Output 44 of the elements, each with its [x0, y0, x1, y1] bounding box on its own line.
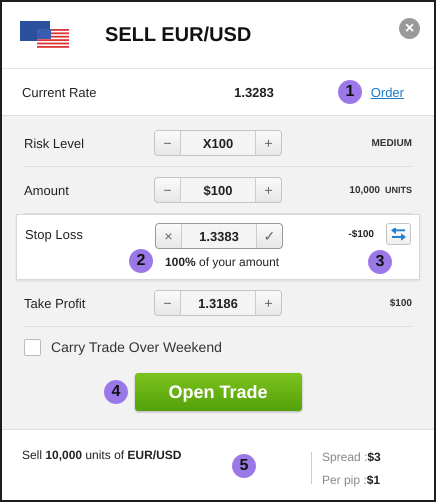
checkbox-label: Carry Trade Over Weekend — [51, 339, 222, 355]
field-label: Stop Loss — [25, 226, 84, 242]
rate-input[interactable]: × 1.3383 ✓ — [155, 223, 283, 249]
close-button[interactable]: × — [399, 18, 420, 39]
side-value: 10,000 — [349, 184, 380, 196]
window-title: SELL EUR/USD — [105, 24, 252, 46]
side-value: MEDIUM — [371, 138, 412, 148]
swap-icon[interactable] — [386, 223, 411, 245]
callout-number: 2 — [129, 249, 153, 273]
order-link[interactable]: Order — [370, 84, 404, 100]
callout-number: 3 — [368, 250, 392, 274]
callout-number: 4 — [104, 380, 128, 404]
stepper-value: 1.3383 — [181, 224, 257, 248]
stepper-value: X100 — [180, 131, 256, 155]
minus-button[interactable]: − — [155, 131, 180, 155]
plus-button[interactable]: + — [256, 131, 281, 155]
plus-button[interactable]: + — [256, 291, 281, 315]
stepper-control[interactable]: − 1.3186 + — [154, 290, 282, 316]
minus-button[interactable]: − — [155, 291, 180, 315]
flags-icon — [20, 21, 69, 49]
trade-summary: Sell 10,000 units of EUR/USD — [22, 448, 182, 462]
stepper-value: 1.3186 — [180, 291, 256, 315]
side-value: -$100 — [348, 228, 374, 240]
callout-number: 1 — [338, 80, 362, 104]
field-label: Risk Level — [24, 136, 85, 150]
confirm-button[interactable]: ✓ — [257, 224, 282, 248]
checkbox[interactable] — [24, 338, 41, 356]
callout-number: 5 — [232, 454, 256, 478]
stepper-value: $100 — [180, 178, 256, 202]
stat-text: Per pip :$1 — [322, 472, 382, 486]
minus-button[interactable]: − — [155, 178, 180, 202]
clear-button[interactable]: × — [156, 224, 181, 248]
field-label: Current Rate — [22, 84, 98, 100]
plus-button[interactable]: + — [256, 178, 281, 202]
field-label: Amount — [24, 182, 70, 198]
rate-value: 1.3283 — [234, 84, 274, 100]
stat-text: Spread :$3 — [322, 450, 382, 464]
stepper-control[interactable]: − X100 + — [154, 130, 282, 156]
field-label: Take Profit — [24, 296, 86, 310]
stop-loss-note: 100% of your amount — [165, 255, 280, 269]
side-value: $100 — [390, 298, 412, 308]
stepper-control[interactable]: − $100 + — [154, 177, 282, 203]
unit-label: UNITS — [385, 184, 412, 194]
open-trade-button[interactable]: Open Trade — [134, 373, 302, 411]
